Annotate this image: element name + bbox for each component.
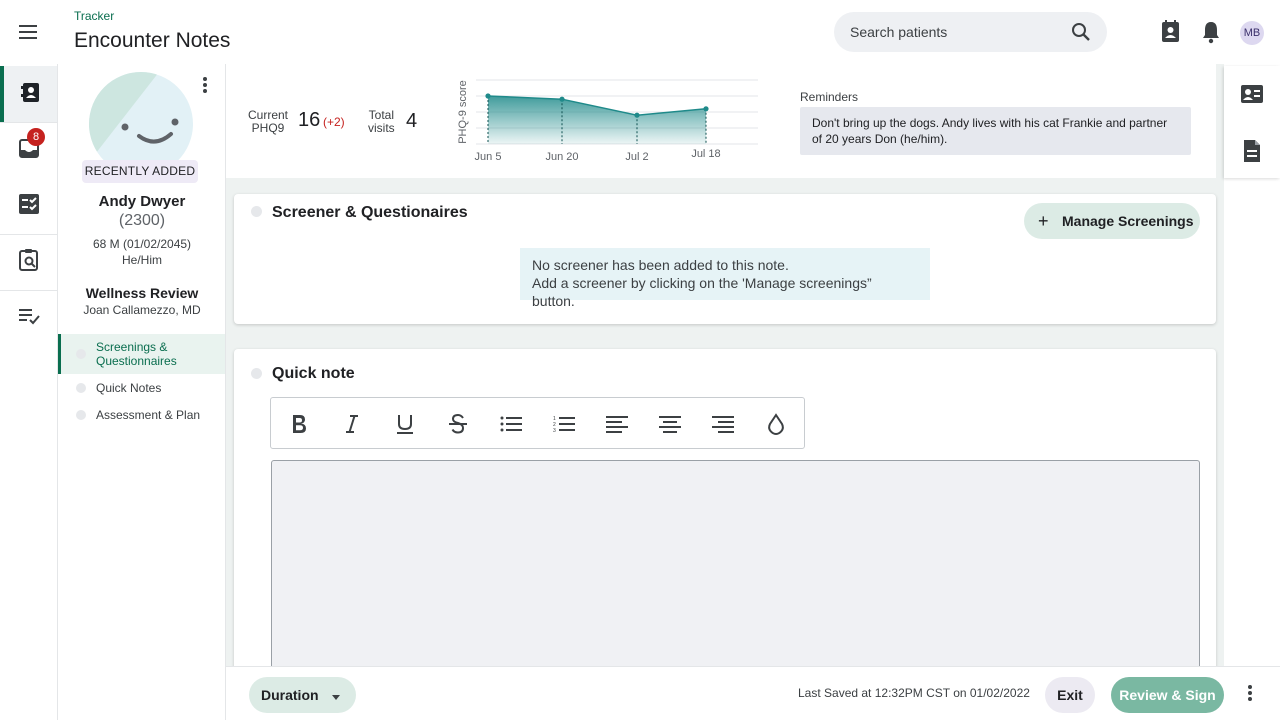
patient-more-options-icon[interactable] bbox=[202, 76, 208, 99]
total-visits-label: Total visits bbox=[368, 108, 395, 135]
hamburger-menu-icon[interactable] bbox=[18, 22, 40, 42]
quick-note-title: Quick note bbox=[272, 365, 355, 382]
status-badge: RECENTLY ADDED bbox=[82, 160, 198, 183]
right-tool-rail bbox=[1224, 66, 1280, 178]
screener-card-title: Screener & Questionaires bbox=[272, 204, 468, 221]
section-status-dot bbox=[76, 349, 86, 359]
chart-x-tick-label: Jul 2 bbox=[625, 151, 648, 163]
section-nav-label: Screenings & Questionnaires bbox=[96, 340, 177, 368]
section-status-dot bbox=[76, 383, 86, 393]
patient-demographics: 68 M (01/02/2045) bbox=[92, 237, 192, 251]
patient-id: (2300) bbox=[118, 212, 166, 229]
search-input[interactable]: Search patients bbox=[850, 24, 947, 40]
id-card-icon[interactable] bbox=[1240, 84, 1264, 109]
rail-tasks[interactable] bbox=[0, 178, 57, 234]
chart-x-tick-label: Jul 18 bbox=[691, 148, 720, 160]
italic-icon[interactable] bbox=[337, 410, 367, 438]
svg-text:3: 3 bbox=[553, 428, 556, 433]
section-nav-screenings[interactable]: Screenings & Questionnaires bbox=[58, 334, 225, 374]
chart-ylabel: PHQ-9 score bbox=[457, 80, 469, 144]
notifications-bell-icon[interactable] bbox=[1200, 20, 1222, 49]
app-nav-rail: 8 bbox=[0, 64, 58, 720]
last-saved-status: Last Saved at 12:32PM CST on 01/02/2022 bbox=[798, 686, 1030, 700]
strikethrough-icon[interactable] bbox=[443, 410, 473, 438]
chart-point bbox=[485, 93, 491, 99]
section-nav-label: Quick Notes bbox=[96, 381, 162, 395]
patient-name: Andy Dwyer bbox=[98, 193, 186, 210]
document-icon[interactable] bbox=[1242, 139, 1262, 168]
manage-screenings-label: Manage Screenings bbox=[1062, 213, 1194, 229]
duration-dropdown[interactable]: Duration bbox=[249, 677, 356, 713]
user-avatar[interactable]: MB bbox=[1240, 21, 1264, 45]
contacts-icon[interactable] bbox=[1160, 20, 1182, 49]
rail-worklist[interactable] bbox=[0, 290, 57, 346]
breadcrumb[interactable]: Tracker bbox=[74, 9, 114, 23]
search-icon[interactable] bbox=[1071, 22, 1091, 47]
quick-note-card: Quick note 123 bbox=[234, 349, 1216, 690]
caret-down-icon bbox=[331, 689, 341, 707]
section-status-dot bbox=[251, 368, 262, 379]
section-status-dot bbox=[251, 206, 262, 217]
exit-button[interactable]: Exit bbox=[1045, 677, 1095, 713]
app-header: Tracker Encounter Notes Search patients … bbox=[0, 0, 1280, 64]
provider-name: Joan Callamezzo, MD bbox=[83, 303, 201, 317]
patient-summary: Current PHQ9 16 (+2) Total visits 4 PHQ-9 … bbox=[226, 64, 1216, 178]
reminder-note: Don't bring up the dogs. Andy lives with… bbox=[800, 107, 1191, 155]
current-phq9-label: Current PHQ9 bbox=[248, 108, 289, 135]
task-checklist-icon bbox=[18, 193, 40, 220]
total-visits-value: 4 bbox=[406, 110, 418, 132]
align-center-icon[interactable] bbox=[655, 410, 685, 438]
chart-x-tick-label: Jun 5 bbox=[475, 151, 502, 163]
bulleted-list-icon[interactable] bbox=[496, 410, 526, 438]
underline-icon[interactable] bbox=[390, 410, 420, 438]
rail-clipboard-search[interactable] bbox=[0, 234, 57, 290]
section-nav-label: Assessment & Plan bbox=[96, 408, 201, 422]
patients-icon bbox=[20, 80, 42, 109]
patient-pronouns: He/Him bbox=[121, 253, 162, 267]
numbered-list-icon[interactable]: 123 bbox=[549, 410, 579, 438]
color-drop-icon[interactable] bbox=[761, 410, 791, 438]
phq9-delta: (+2) bbox=[323, 115, 345, 129]
align-left-icon[interactable] bbox=[602, 410, 632, 438]
rail-inbox[interactable]: 8 bbox=[0, 122, 57, 178]
page-title: Encounter Notes bbox=[74, 29, 231, 52]
patient-panel: RECENTLY ADDED Andy Dwyer (2300) 68 M (0… bbox=[58, 64, 226, 720]
visit-type: Wellness Review bbox=[85, 285, 199, 301]
section-nav-assessment[interactable]: Assessment & Plan bbox=[58, 407, 225, 423]
plus-icon: + bbox=[1038, 211, 1049, 231]
chart-x-tick-label: Jun 20 bbox=[545, 151, 578, 163]
screener-card: Screener & Questionaires + Manage Screen… bbox=[234, 194, 1216, 324]
section-nav-quick-notes[interactable]: Quick Notes bbox=[58, 380, 225, 396]
bold-icon[interactable] bbox=[284, 410, 314, 438]
clipboard-search-icon bbox=[18, 248, 40, 277]
duration-label: Duration bbox=[261, 687, 319, 703]
rail-patients[interactable] bbox=[0, 66, 57, 122]
phq9-trend-chart: PHQ-9 score Jun 5 Jun 20 Jul 2 Jul 18 bbox=[457, 79, 758, 163]
more-options-icon[interactable] bbox=[1247, 684, 1253, 707]
chart-point bbox=[703, 106, 709, 112]
search-bar[interactable]: Search patients bbox=[834, 12, 1107, 52]
quick-note-editor[interactable] bbox=[271, 460, 1200, 690]
chart-area bbox=[488, 96, 706, 144]
empty-message-line-1: No screener has been added to this note. bbox=[532, 257, 789, 273]
align-right-icon[interactable] bbox=[708, 410, 738, 438]
chart-point bbox=[559, 96, 565, 102]
text-format-toolbar: 123 bbox=[270, 397, 805, 449]
section-status-dot bbox=[76, 410, 86, 420]
manage-screenings-button[interactable]: + Manage Screenings bbox=[1024, 203, 1200, 239]
review-sign-button[interactable]: Review & Sign bbox=[1111, 677, 1224, 713]
reminders-label: Reminders bbox=[800, 90, 859, 104]
current-phq9-value: 16 bbox=[298, 109, 321, 131]
chart-point bbox=[634, 112, 640, 118]
bottom-action-bar: Duration Last Saved at 12:32PM CST on 01… bbox=[226, 666, 1280, 720]
empty-screener-message: No screener has been added to this note.… bbox=[520, 248, 930, 309]
list-check-icon bbox=[18, 306, 40, 331]
empty-message-line-2: Add a screener by clicking on the 'Manag… bbox=[532, 275, 872, 309]
notification-count-badge: 8 bbox=[27, 128, 45, 146]
